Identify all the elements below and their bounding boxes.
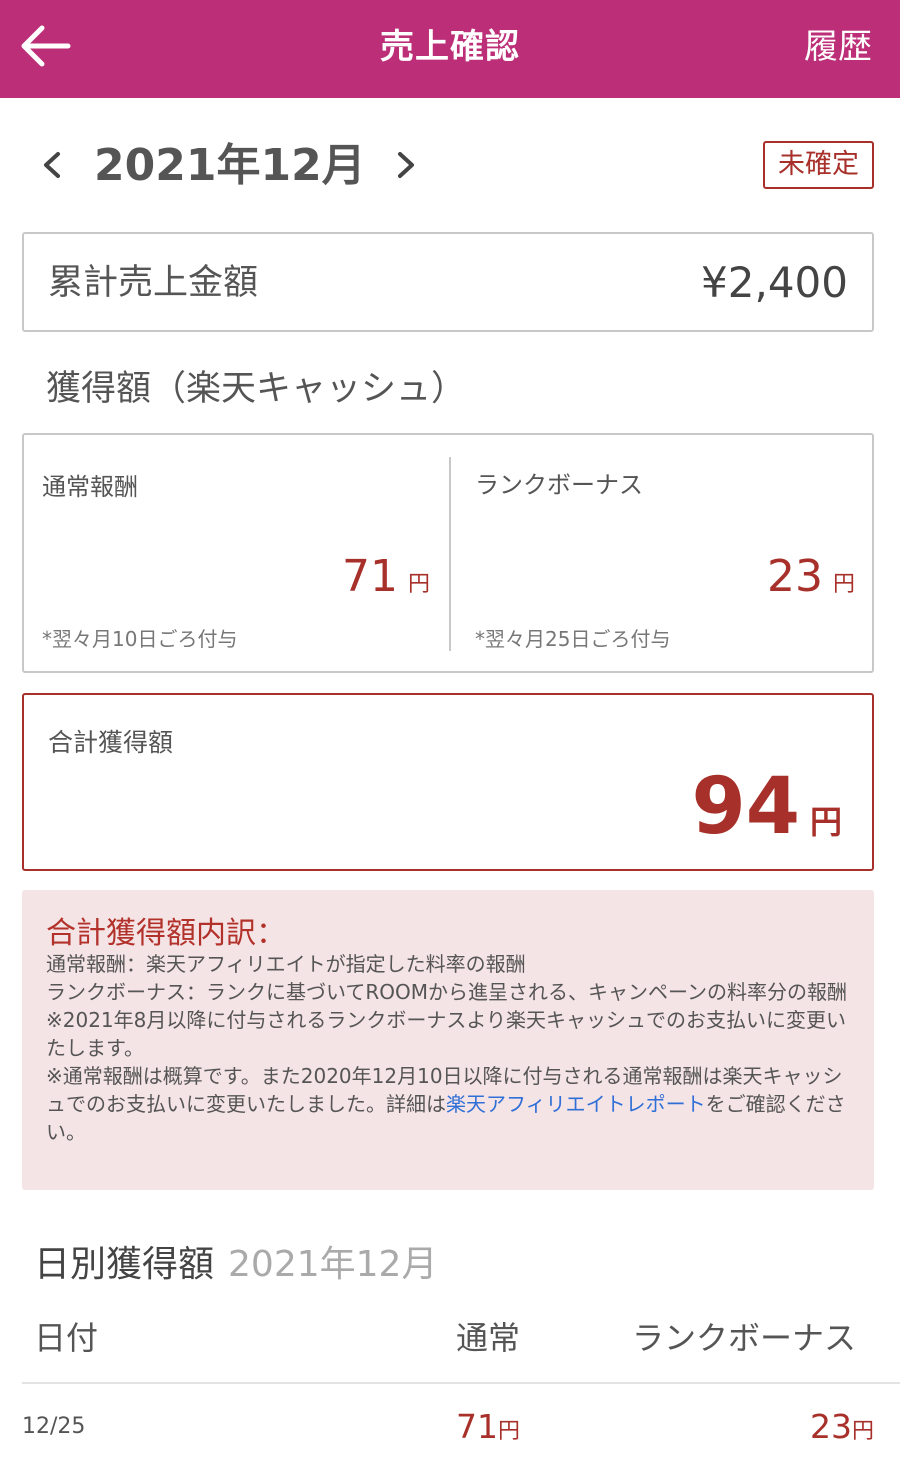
breakdown-panel: 合計獲得額内訳： 通常報酬：楽天アフィリエイトが指定した料率の報酬 ランクボーナ… xyxy=(22,890,874,1190)
total-sales-card: 累計売上金額 ¥2,400 xyxy=(22,232,874,332)
rank-bonus-value: 23 xyxy=(766,551,823,602)
prev-month-button[interactable] xyxy=(36,140,70,190)
normal-reward-label: 通常報酬 xyxy=(42,473,138,501)
history-button[interactable]: 履歴 xyxy=(804,0,872,94)
app-header: 売上確認 履歴 xyxy=(0,0,900,98)
column-normal: 通常 xyxy=(456,1319,521,1357)
next-month-button[interactable] xyxy=(388,140,422,190)
reward-card: 通常報酬 71 円 *翌々月10日ごろ付与 ランクボーナス 23 円 *翌々月25日… xyxy=(22,433,874,673)
row-normal-unit: 円 xyxy=(498,1419,521,1444)
row-rank-bonus: 23円 xyxy=(810,1398,874,1461)
breakdown-line: ※2021年8月以降に付与されるランクボーナスより楽天キャッシュでのお支払いに変… xyxy=(46,1008,846,1060)
earned-section-title: 獲得額（楽天キャッシュ） xyxy=(46,369,467,409)
affiliate-report-link[interactable]: 楽天アフィリエイトレポート xyxy=(446,1092,706,1116)
total-earned-label: 合計獲得額 xyxy=(48,728,174,757)
chevron-right-icon xyxy=(398,152,414,178)
table-divider xyxy=(22,1382,900,1384)
rank-bonus-unit: 円 xyxy=(832,572,855,597)
daily-title-label: 日別獲得額 xyxy=(34,1244,215,1285)
total-earned-value: 94 xyxy=(691,762,800,852)
table-row[interactable]: 12/25 71円 23円 xyxy=(0,1398,900,1456)
row-normal: 71円 xyxy=(456,1398,520,1461)
row-date: 12/25 xyxy=(22,1414,86,1439)
row-rank-value: 23 xyxy=(809,1407,852,1446)
rank-bonus-label: ランクボーナス xyxy=(475,471,643,499)
breakdown-body: 通常報酬：楽天アフィリエイトが指定した料率の報酬 ランクボーナス：ランクに基づい… xyxy=(46,950,858,1146)
daily-title-month: 2021年12月 xyxy=(228,1244,438,1285)
daily-table-header: 日付 通常 ランクボーナス xyxy=(0,1308,900,1368)
rank-bonus-amount: 23 円 xyxy=(767,551,855,602)
breakdown-title: 合計獲得額内訳： xyxy=(46,916,286,951)
normal-reward-value: 71 xyxy=(341,551,398,602)
total-sales-value: ¥2,400 xyxy=(701,258,848,307)
page-title: 売上確認 xyxy=(380,27,520,67)
column-rank-bonus: ランクボーナス xyxy=(632,1319,857,1357)
normal-reward-amount: 71 円 xyxy=(342,551,430,602)
breakdown-line: 通常報酬：楽天アフィリエイトが指定した料率の報酬 xyxy=(46,952,526,976)
total-earned-card: 合計獲得額 94 円 xyxy=(22,693,874,871)
total-earned-unit: 円 xyxy=(809,803,842,841)
row-normal-value: 71 xyxy=(456,1407,498,1446)
column-date: 日付 xyxy=(34,1319,99,1357)
normal-reward: 通常報酬 71 円 *翌々月10日ごろ付与 xyxy=(24,435,448,671)
month-navigation: 2021年12月 未確定 xyxy=(0,130,900,202)
total-sales-label: 累計売上金額 xyxy=(48,263,259,303)
status-badge: 未確定 xyxy=(763,141,874,189)
breakdown-line: ランクボーナス：ランクに基づいてROOMから進呈される、キャンペーンの料率分の報… xyxy=(46,980,848,1004)
row-rank-unit: 円 xyxy=(851,1419,874,1444)
total-earned-amount: 94 円 xyxy=(691,757,842,872)
normal-reward-note: *翌々月10日ごろ付与 xyxy=(42,627,238,651)
normal-reward-unit: 円 xyxy=(407,572,430,597)
breakdown-line: ※通常報酬は概算です。また2020年12月10日以降に付与される通常報酬は楽天キ… xyxy=(46,1062,858,1146)
rank-bonus-note: *翌々月25日ごろ付与 xyxy=(475,627,671,651)
daily-title: 日別獲得額 2021年12月 xyxy=(34,1235,437,1295)
current-month: 2021年12月 xyxy=(94,140,366,191)
rank-bonus: ランクボーナス 23 円 *翌々月25日ごろ付与 xyxy=(451,435,875,671)
chevron-left-icon xyxy=(44,152,60,178)
